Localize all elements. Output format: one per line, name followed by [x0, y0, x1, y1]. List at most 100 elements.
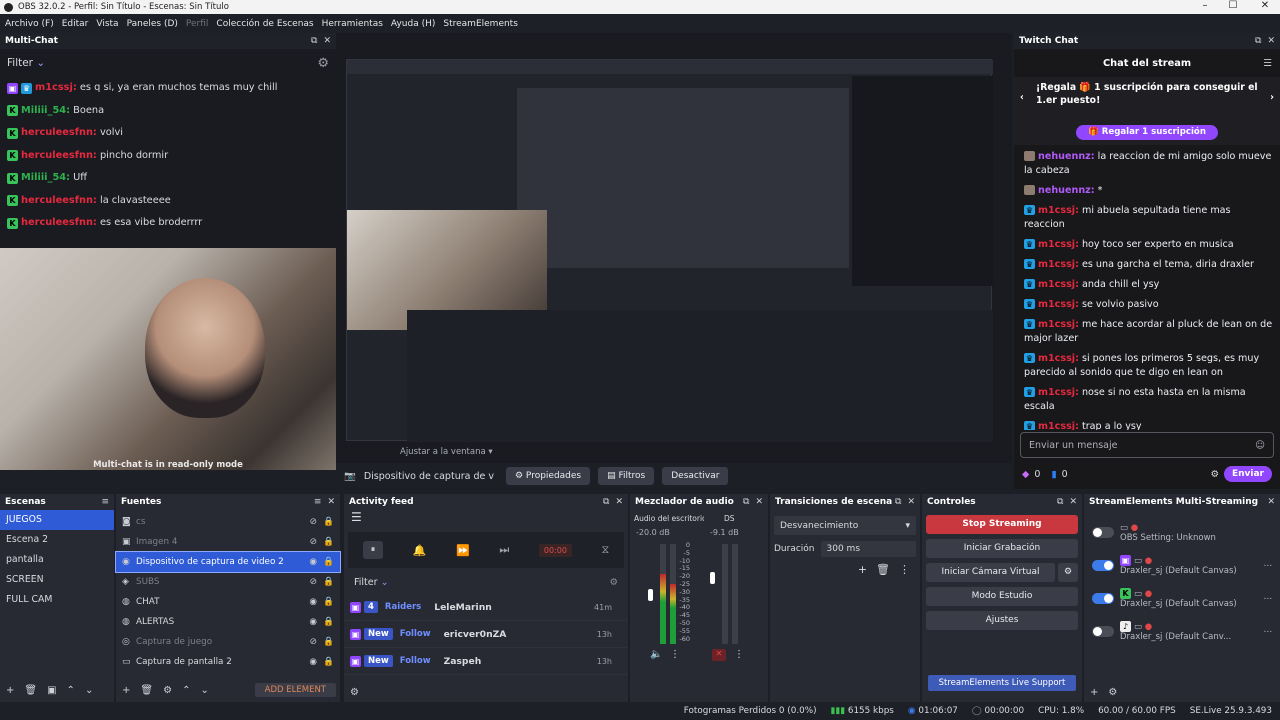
stop-streaming-button[interactable]: Stop Streaming — [926, 515, 1078, 534]
close-icon[interactable]: ✕ — [1267, 497, 1275, 507]
scene-item[interactable]: SCREEN — [0, 570, 114, 590]
scene-item[interactable]: Escena 2 — [0, 530, 114, 550]
lock-icon[interactable]: 🔒 — [323, 537, 334, 547]
source-item[interactable]: ▭ Captura de pantalla 2 ◉ 🔒 — [116, 652, 340, 672]
twitch-user[interactable]: m1cssj: — [1038, 353, 1079, 364]
chat-user[interactable]: herculeesfnn: — [21, 122, 97, 145]
next-icon[interactable]: ⏭ — [499, 543, 509, 557]
chat-user[interactable]: Miliii_54: — [21, 167, 70, 190]
twitch-user[interactable]: m1cssj: — [1038, 279, 1079, 290]
scene-item[interactable]: JUEGOS — [0, 510, 114, 530]
menu-ayuda[interactable]: Ayuda (H) — [391, 19, 435, 29]
close-icon[interactable]: ✕ — [755, 497, 763, 507]
twitch-user[interactable]: nehuennz: — [1038, 151, 1095, 162]
close-icon[interactable]: ✕ — [1069, 497, 1077, 507]
chat-user[interactable]: herculeesfnn: — [21, 190, 97, 213]
close-icon[interactable]: ✕ — [323, 36, 331, 46]
close-icon[interactable]: ✕ — [327, 497, 335, 507]
chat-input[interactable]: Enviar un mensaje ☺ — [1020, 432, 1274, 458]
add-icon[interactable]: + — [122, 685, 130, 696]
visibility-icon[interactable]: ◉ — [309, 617, 317, 627]
close-icon[interactable]: ✕ — [907, 497, 915, 507]
visibility-icon[interactable]: ⊘ — [310, 577, 317, 587]
points-icon[interactable]: ▮ — [1051, 469, 1056, 480]
trash-icon[interactable]: 🗑 — [876, 563, 890, 576]
lock-icon[interactable]: 🔒 — [323, 617, 334, 627]
chat-user[interactable]: m1cssj: — [35, 77, 77, 100]
menu-herramientas[interactable]: Herramientas — [322, 19, 383, 29]
output-toggle[interactable] — [1092, 626, 1114, 637]
minimize-icon[interactable]: – — [1190, 0, 1220, 12]
source-item[interactable]: ▣ Imagen 4 ⊘ 🔒 — [116, 532, 340, 552]
maximize-icon[interactable]: ☐ — [1218, 0, 1248, 12]
menu-archivo[interactable]: Archivo (F) — [5, 19, 54, 29]
add-element-button[interactable]: ADD ELEMENT — [254, 683, 336, 697]
chat-user[interactable]: herculeesfnn: — [21, 212, 97, 235]
add-icon[interactable]: + — [1090, 687, 1098, 698]
scene-item[interactable]: FULL CAM — [0, 590, 114, 610]
settings-gear-icon[interactable]: ⚙ — [1210, 469, 1219, 480]
chevron-left-icon[interactable]: ‹ — [1020, 91, 1024, 104]
more-icon[interactable]: ⋯ — [1264, 594, 1273, 604]
timer-badge[interactable]: 00:00 — [538, 543, 572, 557]
source-item[interactable]: ◙ cs ⊘ 🔒 — [116, 512, 340, 532]
bits-icon[interactable]: ◆ — [1022, 469, 1029, 480]
transition-select[interactable]: Desvanecimiento ▾ — [774, 516, 916, 535]
source-item[interactable]: ◎ Captura de juego ⊘ 🔒 — [116, 632, 340, 652]
channel2-mute-icon[interactable]: ✕ — [712, 649, 726, 661]
gear-icon[interactable]: ⚙ — [609, 577, 618, 588]
up-icon[interactable]: ⌃ — [182, 685, 190, 696]
down-icon[interactable]: ⌄ — [85, 685, 93, 696]
send-button[interactable]: Enviar — [1223, 466, 1272, 482]
visibility-icon[interactable]: ◉ — [309, 557, 317, 567]
twitch-user[interactable]: m1cssj: — [1038, 239, 1079, 250]
float-icon[interactable]: ⧉ — [311, 36, 317, 46]
activity-filter[interactable]: Filter ⌄ — [354, 577, 389, 588]
connect-icon[interactable]: ⚙ — [350, 687, 359, 698]
twitch-user[interactable]: nehuennz: — [1038, 185, 1095, 196]
filter-icon[interactable]: ▣ — [47, 685, 56, 696]
twitch-user[interactable]: m1cssj: — [1038, 205, 1079, 216]
filters-button[interactable]: ▤ Filtros — [598, 467, 655, 485]
close-icon[interactable]: ✕ — [1250, 0, 1280, 12]
gift-sub-button[interactable]: 🎁 Regalar 1 suscripción — [1076, 125, 1218, 140]
pause-icon[interactable]: ⏸ — [362, 541, 384, 559]
more-icon[interactable]: ⋮ — [899, 563, 910, 576]
emote-icon[interactable]: ☺ — [1255, 440, 1265, 451]
trash-icon[interactable]: 🗑 — [24, 685, 37, 696]
twitch-user[interactable]: m1cssj: — [1038, 421, 1079, 430]
history-icon[interactable]: ⧖ — [601, 543, 609, 557]
float-icon[interactable]: ⧉ — [603, 497, 609, 507]
add-icon[interactable]: + — [858, 563, 867, 576]
chat-user[interactable]: herculeesfnn: — [21, 145, 97, 168]
deactivate-button[interactable]: Desactivar — [662, 467, 729, 485]
visibility-icon[interactable]: ⊘ — [310, 537, 317, 547]
visibility-icon[interactable]: ◉ — [309, 597, 317, 607]
preview-area[interactable]: Ajustar a la ventana ▾ — [336, 33, 1012, 463]
multichat-filter[interactable]: Filter ⌄ — [7, 57, 45, 69]
float-icon[interactable]: ⧉ — [895, 497, 901, 507]
visibility-icon[interactable]: ⊘ — [310, 517, 317, 527]
output-toggle[interactable] — [1092, 593, 1114, 604]
users-icon[interactable]: ☰ — [1263, 58, 1272, 69]
source-item[interactable]: ◍ ALERTAS ◉ 🔒 — [116, 612, 340, 632]
source-item[interactable]: ◍ CHAT ◉ 🔒 — [116, 592, 340, 612]
twitch-user[interactable]: m1cssj: — [1038, 299, 1079, 310]
output-toggle[interactable] — [1092, 560, 1114, 571]
trash-icon[interactable]: 🗑 — [140, 685, 153, 696]
menu-coleccion[interactable]: Colección de Escenas — [216, 19, 313, 29]
menu-vista[interactable]: Vista — [96, 19, 118, 29]
dock-menu-icon[interactable]: ≡ — [314, 497, 322, 507]
menu-paneles[interactable]: Paneles (D) — [127, 19, 178, 29]
zoom-select[interactable]: Ajustar a la ventana ▾ — [400, 447, 493, 457]
properties-button[interactable]: ⚙ Propiedades — [505, 467, 591, 485]
menu-editar[interactable]: Editar — [62, 19, 89, 29]
down-icon[interactable]: ⌄ — [200, 685, 208, 696]
activity-row[interactable]: ▣ 4 Raiders LeleMarinn 41m — [344, 594, 628, 621]
skip-icon[interactable]: ⏩ — [456, 544, 470, 557]
virtual-camera-button[interactable]: Iniciar Cámara Virtual — [926, 563, 1055, 582]
visibility-icon[interactable]: ⊘ — [310, 637, 317, 647]
chat-user[interactable]: Miliii_54: — [21, 100, 70, 123]
output-toggle[interactable] — [1092, 527, 1114, 538]
up-icon[interactable]: ⌃ — [67, 685, 75, 696]
